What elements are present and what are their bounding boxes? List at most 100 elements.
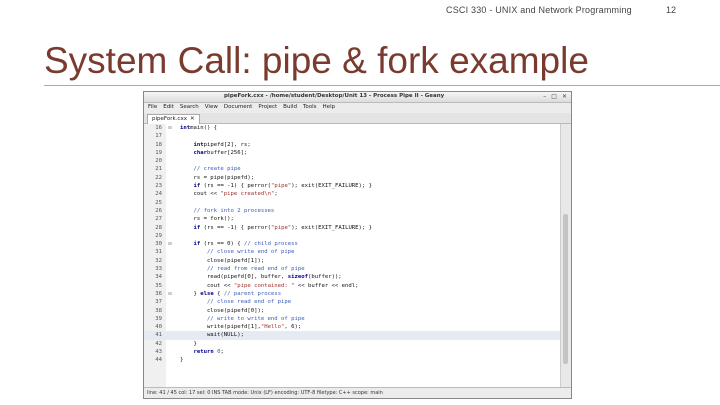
menu-bar: File Edit Search View Document Project B… bbox=[144, 103, 571, 112]
line-number: 20 bbox=[155, 158, 162, 165]
code-token: rs = pipe(pipefd); bbox=[180, 174, 255, 181]
code-line[interactable]: 34 read(pipefd[0], buffer, sizeof(buffer… bbox=[144, 273, 561, 281]
menu-file[interactable]: File bbox=[148, 103, 157, 112]
code-line[interactable]: 20 bbox=[144, 157, 561, 165]
line-number: 25 bbox=[155, 199, 162, 206]
code-text: write(pipefd[1],"Hello", 6); bbox=[180, 323, 301, 331]
code-text: if (rs == -1) { perror("pipe"); exit(EXI… bbox=[180, 182, 372, 190]
slide-page-number: 12 bbox=[665, 5, 676, 15]
code-token: // close read end of pipe bbox=[180, 299, 292, 306]
code-line[interactable]: 30 ⊟ if (rs == 0) { // child process bbox=[144, 240, 561, 248]
code-line[interactable]: 26 // fork into 2 processes bbox=[144, 207, 561, 215]
code-line[interactable]: 32 close(pipefd[1]); bbox=[144, 257, 561, 265]
code-line[interactable]: 35 cout << "pipe contained: " << buffer … bbox=[144, 282, 561, 290]
menu-project[interactable]: Project bbox=[258, 103, 277, 112]
code-token: close(pipefd[1]); bbox=[180, 257, 265, 264]
code-line[interactable]: 42 } bbox=[144, 340, 561, 348]
code-text: intpipefd[2], rs; bbox=[180, 141, 251, 149]
code-token: // fork into 2 processes bbox=[180, 207, 275, 214]
line-number: 18 bbox=[155, 141, 162, 148]
slide-title: System Call: pipe & fork example bbox=[44, 40, 589, 81]
line-number: 21 bbox=[155, 166, 162, 173]
close-window-button[interactable]: ✕ bbox=[562, 93, 567, 101]
code-token: // close write end of pipe bbox=[180, 249, 295, 256]
code-token: << buffer << endl; bbox=[294, 282, 359, 289]
tab-close-icon[interactable]: ✕ bbox=[190, 115, 195, 124]
code-text: // fork into 2 processes bbox=[180, 207, 274, 215]
code-line[interactable]: 38 close(pipefd[0]); bbox=[144, 307, 561, 315]
code-editor[interactable]: 16 ⊟ intmain() {17 18 intpipefd[2], rs; 19 c… bbox=[144, 124, 561, 387]
code-text: // write to write end of pipe bbox=[180, 315, 305, 323]
code-line[interactable]: 39 // write to write end of pipe bbox=[144, 315, 561, 323]
code-line[interactable]: 36 ⊟ } else { // parent process bbox=[144, 290, 561, 298]
code-line[interactable]: 40 write(pipefd[1],"Hello", 6); bbox=[144, 323, 561, 331]
code-text: if (rs == -1) { perror("pipe"); exit(EXI… bbox=[180, 224, 372, 232]
vertical-scrollbar[interactable] bbox=[560, 124, 571, 387]
code-line[interactable]: 16 ⊟ intmain() { bbox=[144, 124, 561, 132]
menu-search[interactable]: Search bbox=[180, 103, 199, 112]
line-number: 29 bbox=[155, 232, 162, 239]
menu-document[interactable]: Document bbox=[224, 103, 253, 112]
code-line[interactable]: 21 // create pipe bbox=[144, 165, 561, 173]
code-line[interactable]: 18 intpipefd[2], rs; bbox=[144, 141, 561, 149]
tab-pipefork[interactable]: pipeFork.cxx ✕ bbox=[147, 114, 200, 124]
scrollbar-thumb[interactable] bbox=[563, 214, 568, 364]
code-token: pipefd[2], rs; bbox=[203, 141, 251, 148]
menu-tools[interactable]: Tools bbox=[303, 103, 317, 112]
code-line[interactable]: 43 return 0; bbox=[144, 348, 561, 356]
code-line[interactable]: 37 // close read end of pipe bbox=[144, 298, 561, 306]
code-text: if (rs == 0) { // child process bbox=[180, 240, 297, 248]
code-token: close(pipefd[0]); bbox=[180, 307, 265, 314]
code-line[interactable]: 44} bbox=[144, 356, 561, 364]
code-text: // close write end of pipe bbox=[180, 248, 295, 256]
code-text: } bbox=[180, 340, 196, 348]
code-line[interactable]: 19 charbuffer[256]; bbox=[144, 149, 561, 157]
fold-toggle-icon[interactable]: ⊟ bbox=[167, 290, 173, 298]
code-line[interactable]: 28 if (rs == -1) { perror("pipe"); exit(… bbox=[144, 224, 561, 232]
line-number: 28 bbox=[155, 224, 162, 231]
maximize-button[interactable]: □ bbox=[551, 93, 557, 101]
code-line[interactable]: 23 if (rs == -1) { perror("pipe"); exit(… bbox=[144, 182, 561, 190]
code-text: cout << "pipe created\n"; bbox=[180, 190, 277, 198]
code-token: "pipe" bbox=[270, 224, 292, 231]
code-line[interactable]: 27 rs = fork(); bbox=[144, 215, 561, 223]
code-line[interactable]: 41 wait(NULL); bbox=[144, 331, 561, 340]
code-token: ; bbox=[220, 349, 224, 356]
window-titlebar[interactable]: pipeFork.cxx - /home/student/Desktop/Uni… bbox=[144, 92, 571, 103]
code-line[interactable]: 25 bbox=[144, 199, 561, 207]
fold-toggle-icon[interactable]: ⊟ bbox=[167, 124, 173, 132]
code-text: // read from read end of pipe bbox=[180, 265, 305, 273]
line-number: 43 bbox=[155, 349, 162, 356]
code-token: "pipe" bbox=[270, 183, 292, 190]
fold-toggle-icon[interactable]: ⊟ bbox=[167, 240, 173, 248]
menu-view[interactable]: View bbox=[205, 103, 218, 112]
code-text: } else { // parent process bbox=[180, 290, 281, 298]
code-line[interactable]: 22 rs = pipe(pipefd); bbox=[144, 174, 561, 182]
code-line[interactable]: 29 bbox=[144, 232, 561, 240]
window-title: pipeFork.cxx - /home/student/Desktop/Uni… bbox=[224, 93, 445, 99]
code-lines: 16 ⊟ intmain() {17 18 intpipefd[2], rs; 19 c… bbox=[144, 124, 561, 365]
code-line[interactable]: 33 // read from read end of pipe bbox=[144, 265, 561, 273]
line-number: 33 bbox=[155, 266, 162, 273]
code-token: ); exit(EXIT_FAILURE); } bbox=[291, 224, 373, 231]
code-line[interactable]: 24 cout << "pipe created\n"; bbox=[144, 190, 561, 198]
code-line[interactable]: 31 // close write end of pipe bbox=[144, 248, 561, 256]
code-text: rs = pipe(pipefd); bbox=[180, 174, 254, 182]
slide-header: CSCI 330 - UNIX and Network Programming bbox=[446, 5, 632, 15]
code-token: return bbox=[193, 349, 214, 356]
code-text: cout << "pipe contained: " << buffer << … bbox=[180, 282, 359, 290]
line-number: 32 bbox=[155, 257, 162, 264]
code-line[interactable]: 17 bbox=[144, 132, 561, 140]
menu-edit[interactable]: Edit bbox=[163, 103, 174, 112]
code-token: cout << bbox=[180, 282, 234, 289]
code-token: cout << bbox=[180, 191, 221, 198]
code-token: (rs == -1) { perror( bbox=[200, 183, 271, 190]
menu-build[interactable]: Build bbox=[283, 103, 297, 112]
minimize-button[interactable]: – bbox=[543, 93, 546, 101]
menu-help[interactable]: Help bbox=[323, 103, 336, 112]
code-token: sizeof bbox=[287, 274, 308, 281]
code-token: int bbox=[180, 125, 191, 131]
line-number: 34 bbox=[155, 274, 162, 281]
tab-label: pipeFork.cxx bbox=[152, 116, 187, 122]
